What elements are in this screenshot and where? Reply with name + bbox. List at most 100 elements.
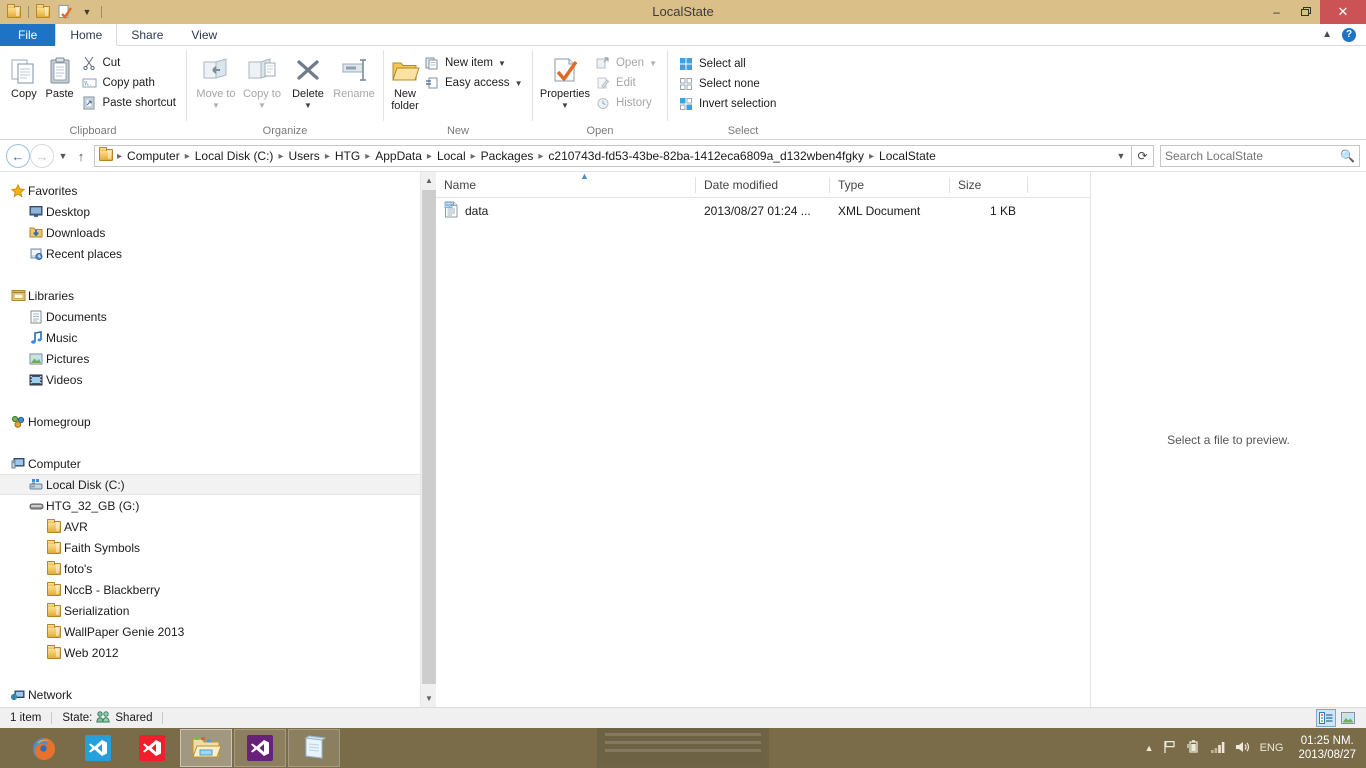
nav-item-network[interactable]: Network <box>0 684 420 705</box>
taskbar-visual-studio-red-button[interactable] <box>126 729 178 767</box>
nav-item-nccb-blackberry[interactable]: NccB - Blackberry <box>0 579 420 600</box>
details-view-button[interactable] <box>1316 709 1336 727</box>
move-to-button[interactable]: Move to ▼ <box>193 50 239 112</box>
minimize-button[interactable]: – <box>1262 0 1291 24</box>
rename-button[interactable]: Rename <box>331 50 377 100</box>
taskbar-visual-studio-blue-button[interactable] <box>72 729 124 767</box>
easy-access-caret-icon[interactable]: ▼ <box>515 79 523 88</box>
search-input[interactable] <box>1165 149 1341 163</box>
recent-locations-button[interactable]: ▼ <box>54 144 72 168</box>
tab-share[interactable]: Share <box>117 24 177 46</box>
nav-item-desktop[interactable]: Desktop <box>0 201 420 222</box>
column-header-type[interactable]: Type <box>830 172 950 198</box>
properties-button[interactable]: Properties ▼ <box>539 50 591 112</box>
search-box[interactable]: 🔍 <box>1160 145 1360 167</box>
breadcrumb-package-guid[interactable]: c210743d-fd53-43be-82ba-1412eca6809a_d13… <box>544 149 868 163</box>
breadcrumb-local-disk[interactable]: Local Disk (C:) <box>191 149 278 163</box>
breadcrumb-local[interactable]: Local <box>433 149 470 163</box>
open-caret-icon[interactable]: ▼ <box>649 59 657 68</box>
invert-selection-button[interactable]: Invert selection <box>674 94 780 114</box>
paste-shortcut-button[interactable]: Paste shortcut <box>77 93 180 113</box>
new-folder-button[interactable]: New folder <box>390 50 420 112</box>
copy-button[interactable]: Copy <box>6 50 42 100</box>
delete-caret-icon[interactable]: ▼ <box>304 100 312 112</box>
scrollbar-thumb[interactable] <box>422 190 436 684</box>
nav-item-favorites[interactable]: Favorites <box>0 180 420 201</box>
qat-new-folder-icon[interactable] <box>32 2 54 22</box>
language-indicator[interactable]: ENG <box>1260 742 1284 754</box>
breadcrumb-htg[interactable]: HTG <box>331 149 364 163</box>
column-header-name[interactable]: Name ▲ <box>436 171 696 198</box>
history-button[interactable]: History <box>591 93 661 113</box>
nav-item-computer[interactable]: Computer <box>0 453 420 474</box>
nav-item-fotos[interactable]: foto's <box>0 558 420 579</box>
qat-properties-icon[interactable] <box>54 2 76 22</box>
select-none-button[interactable]: Select none <box>674 74 780 94</box>
taskbar-firefox-button[interactable] <box>18 729 70 767</box>
qat-customize-dropdown[interactable]: ▼ <box>76 2 98 22</box>
collapse-ribbon-icon[interactable]: ▲ <box>1322 29 1332 40</box>
nav-item-music[interactable]: Music <box>0 327 420 348</box>
navigation-pane[interactable]: Favorites Desktop Downloads Recent place… <box>0 172 420 707</box>
tab-file[interactable]: File <box>0 24 56 46</box>
nav-item-faith-symbols[interactable]: Faith Symbols <box>0 537 420 558</box>
close-button[interactable]: ✕ <box>1320 0 1366 24</box>
taskbar-notepad-button[interactable] <box>288 729 340 767</box>
new-item-caret-icon[interactable]: ▼ <box>498 59 506 68</box>
nav-item-avr[interactable]: AVR <box>0 516 420 537</box>
nav-item-pictures[interactable]: Pictures <box>0 348 420 369</box>
breadcrumb-localstate[interactable]: LocalState <box>875 149 940 163</box>
back-button[interactable]: ← <box>6 144 30 168</box>
nav-item-homegroup[interactable]: Homegroup <box>0 411 420 432</box>
copy-path-button[interactable]: \\.. Copy path <box>77 73 180 93</box>
nav-item-web-2012[interactable]: Web 2012 <box>0 642 420 663</box>
paste-button[interactable]: Paste <box>42 50 78 100</box>
nav-item-documents[interactable]: Documents <box>0 306 420 327</box>
scroll-up-button[interactable]: ▲ <box>421 172 437 189</box>
volume-icon[interactable] <box>1235 740 1251 757</box>
breadcrumb-appdata[interactable]: AppData <box>371 149 426 163</box>
forward-button[interactable]: → <box>30 144 54 168</box>
edit-button[interactable]: Edit <box>591 73 661 93</box>
nav-item-libraries[interactable]: Libraries <box>0 285 420 306</box>
battery-icon[interactable] <box>1186 739 1201 757</box>
properties-caret-icon[interactable]: ▼ <box>561 100 569 112</box>
file-name-cell[interactable]: <o> data <box>436 201 696 221</box>
taskbar-visual-studio-purple-button[interactable] <box>234 729 286 767</box>
taskbar-file-explorer-button[interactable] <box>180 729 232 767</box>
column-header-date-modified[interactable]: Date modified <box>696 172 830 198</box>
open-button[interactable]: Open ▼ <box>591 53 661 73</box>
address-dropdown-icon[interactable]: ▼ <box>1113 151 1129 161</box>
breadcrumb-computer[interactable]: Computer <box>123 149 184 163</box>
new-item-button[interactable]: New item ▼ <box>420 53 526 73</box>
maximize-button[interactable] <box>1291 0 1320 24</box>
search-icon[interactable]: 🔍 <box>1340 149 1355 163</box>
delete-button[interactable]: Delete ▼ <box>285 50 331 112</box>
nav-item-wallpaper-genie-2013[interactable]: WallPaper Genie 2013 <box>0 621 420 642</box>
breadcrumb-users[interactable]: Users <box>284 149 323 163</box>
copy-to-caret-icon[interactable]: ▼ <box>258 100 266 112</box>
copy-to-button[interactable]: Copy to ▼ <box>239 50 285 112</box>
table-row[interactable]: <o> data 2013/08/27 01:24 ... XML Docume… <box>436 198 1090 224</box>
nav-item-videos[interactable]: Videos <box>0 369 420 390</box>
nav-item-downloads[interactable]: Downloads <box>0 222 420 243</box>
help-icon[interactable]: ? <box>1342 27 1356 42</box>
breadcrumb-packages[interactable]: Packages <box>477 149 538 163</box>
large-icons-view-button[interactable] <box>1338 709 1358 727</box>
refresh-button[interactable]: ⟳ <box>1132 145 1154 167</box>
cut-button[interactable]: Cut <box>77 53 180 73</box>
nav-item-recent-places[interactable]: Recent places <box>0 243 420 264</box>
network-bars-icon[interactable] <box>1210 740 1226 757</box>
tab-view[interactable]: View <box>177 24 231 46</box>
column-header-size[interactable]: Size <box>950 172 1028 198</box>
select-all-button[interactable]: Select all <box>674 54 780 74</box>
move-to-caret-icon[interactable]: ▼ <box>212 100 220 112</box>
nav-item-serialization[interactable]: Serialization <box>0 600 420 621</box>
tab-home[interactable]: Home <box>55 24 118 46</box>
action-center-icon[interactable] <box>1163 740 1177 757</box>
navigation-scrollbar[interactable]: ▲ ▼ <box>420 172 436 707</box>
up-button[interactable]: ↑ <box>72 144 90 168</box>
clock[interactable]: 01:25 NM. 2013/08/27 <box>1292 734 1356 762</box>
easy-access-button[interactable]: Easy access ▼ <box>420 73 526 93</box>
nav-item-local-disk-c[interactable]: Local Disk (C:) <box>0 474 420 495</box>
